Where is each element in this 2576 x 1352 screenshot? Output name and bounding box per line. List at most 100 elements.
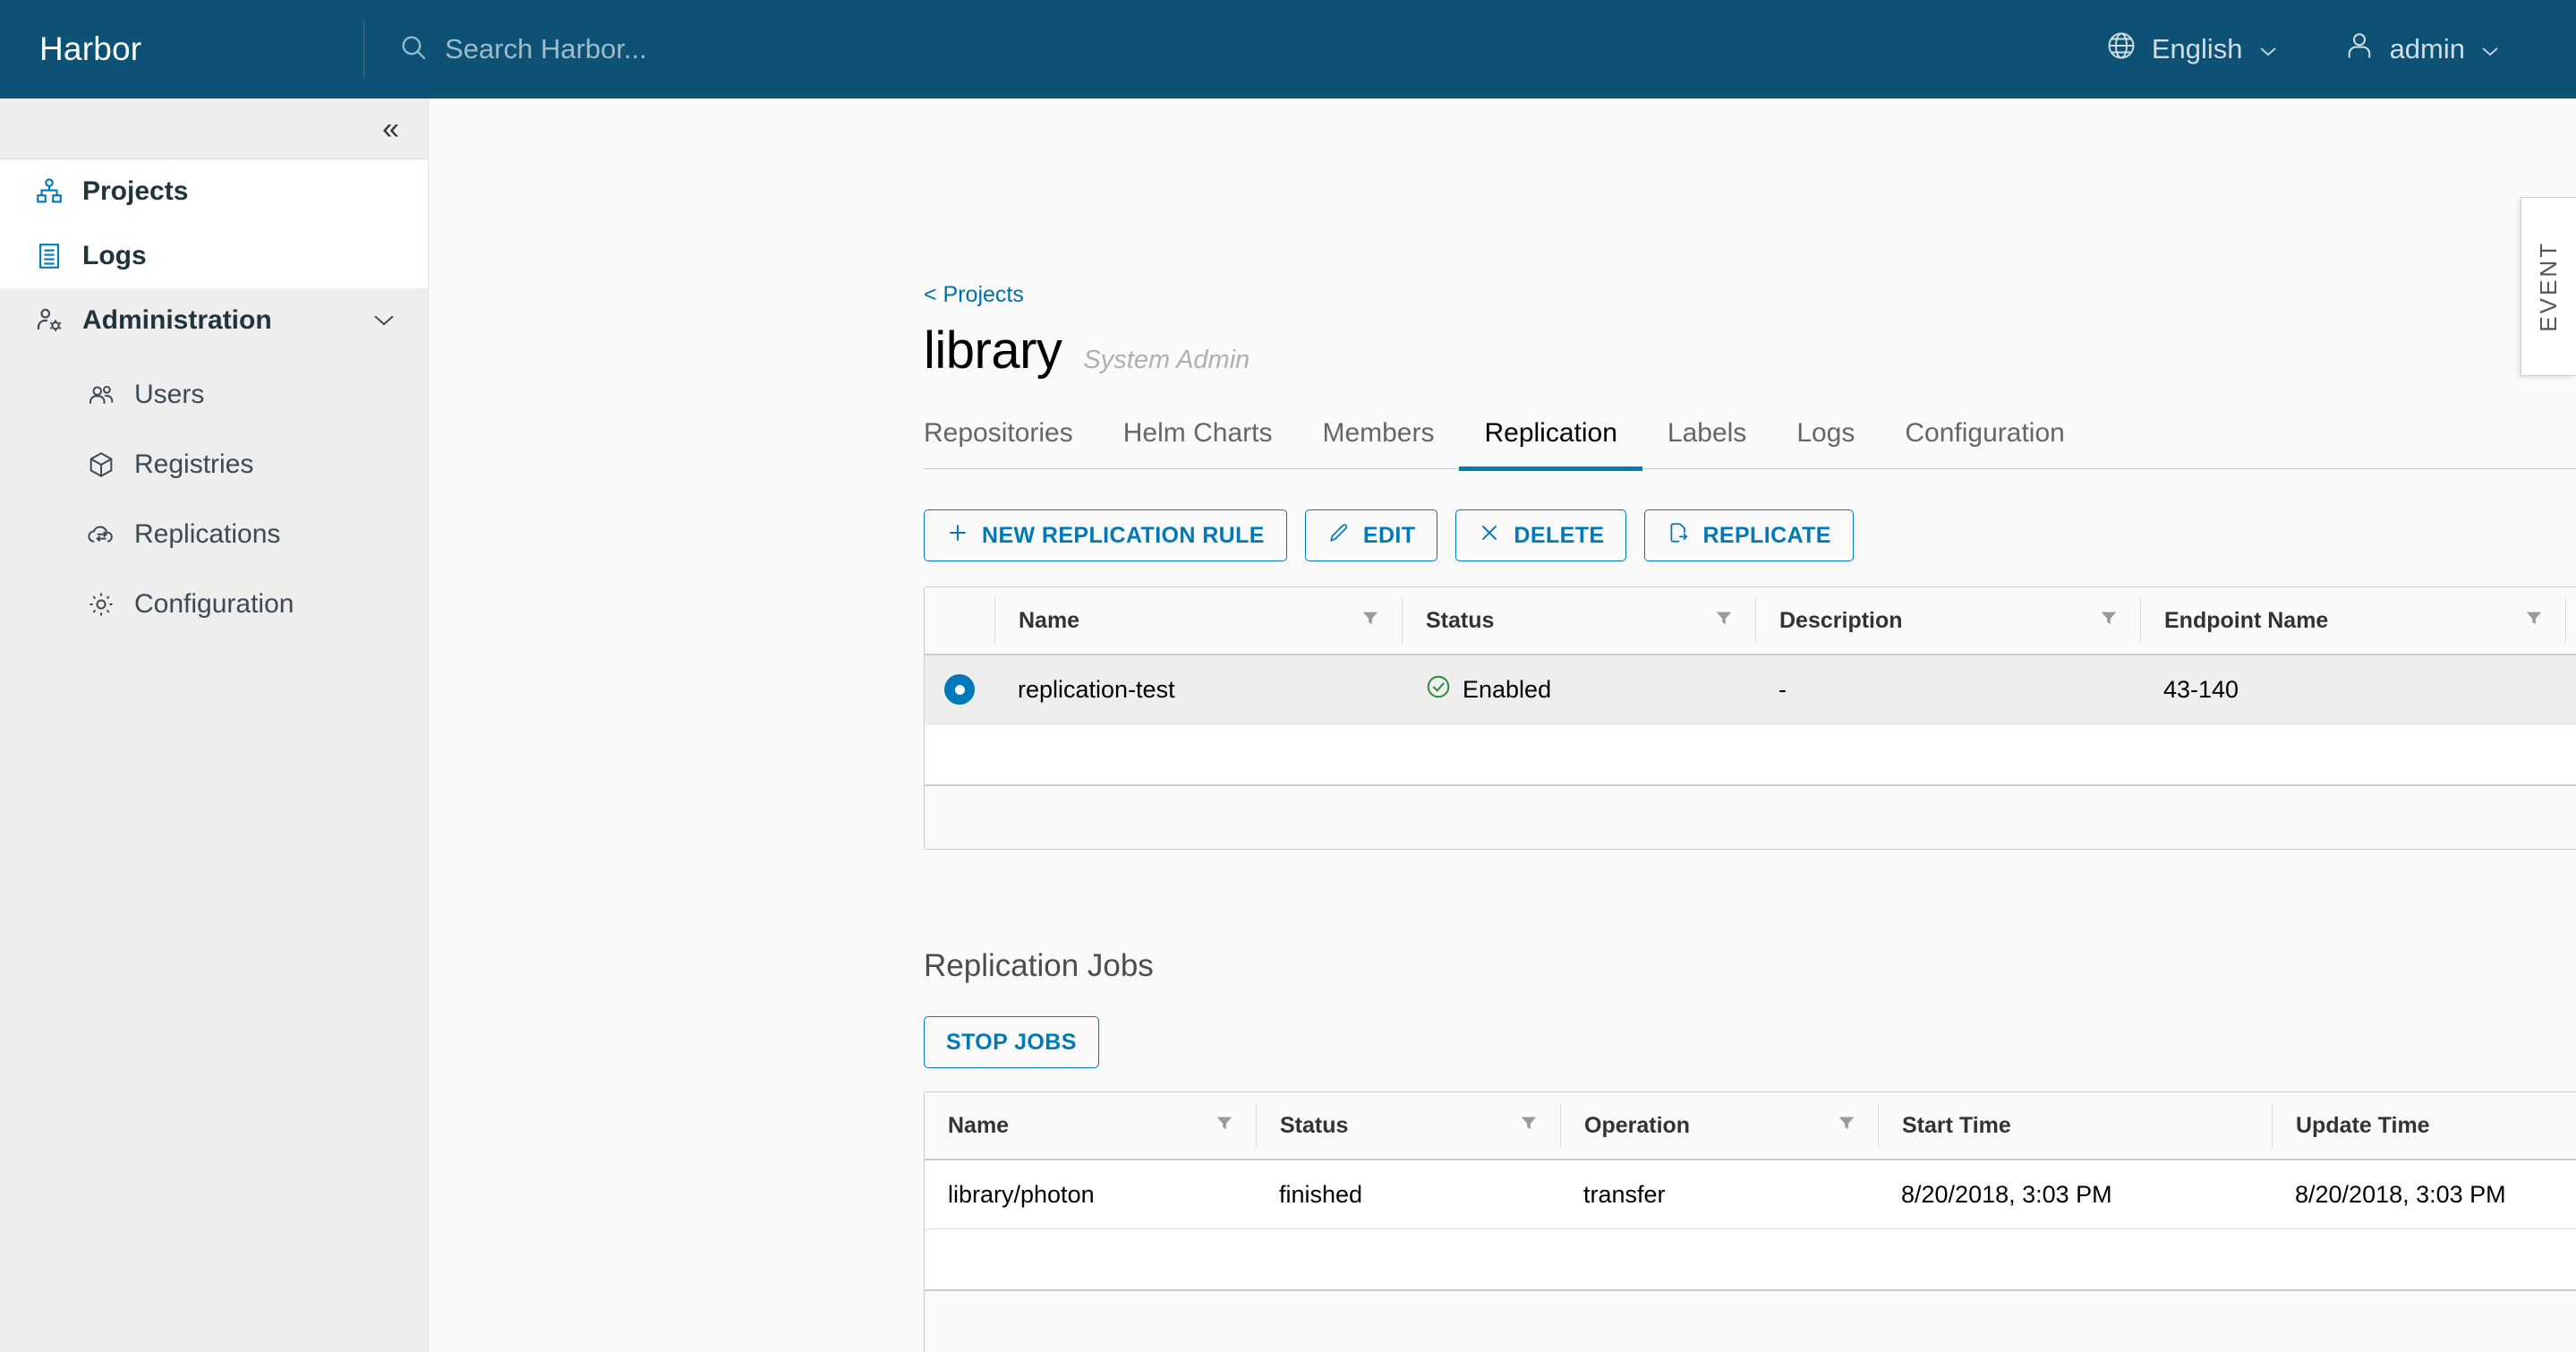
chevron-down-icon[interactable]: [371, 305, 397, 336]
search-icon: [398, 32, 429, 67]
brand-logo[interactable]: Harbor: [0, 30, 363, 68]
content-column: < Projects library System Admin Reposito…: [924, 98, 2576, 1352]
edit-button[interactable]: EDIT: [1304, 509, 1438, 561]
jobs-toolbar: STOP JOBS: [924, 1016, 2576, 1068]
table-row[interactable]: replication-test Enabled - 43-140: [925, 655, 2576, 723]
app-header: Harbor English: [0, 0, 2576, 98]
filter-icon[interactable]: [1837, 1113, 1856, 1139]
global-search[interactable]: [364, 32, 2073, 67]
button-label: REPLICATE: [1702, 522, 1831, 548]
table-footer: 1 - 1 of 1 items: [925, 1289, 2576, 1352]
filter-icon[interactable]: [1215, 1113, 1234, 1139]
users-icon: [86, 380, 116, 410]
column-header-description: Description: [1755, 598, 2140, 643]
sidebar-item-label: Projects: [82, 176, 189, 206]
sidebar-item-configuration[interactable]: Configuration: [0, 569, 428, 639]
tab-configuration[interactable]: Configuration: [1880, 409, 2089, 471]
administration-icon: [34, 305, 64, 336]
cell-name: replication-test: [1018, 675, 1175, 703]
tab-replication[interactable]: Replication: [1459, 409, 1642, 471]
registries-icon: [86, 449, 116, 480]
language-selector[interactable]: English: [2073, 0, 2311, 98]
column-header-operation: Operation: [1560, 1103, 1878, 1148]
logs-icon: [34, 241, 64, 271]
event-panel-tab[interactable]: EVENT: [2521, 197, 2576, 376]
sidebar-item-label: Administration: [82, 305, 272, 335]
table-header-row: Name Status Description Endpoint Name: [925, 587, 2576, 655]
project-tabs: Repositories Helm Charts Members Replica…: [924, 409, 2576, 471]
breadcrumb[interactable]: < Projects: [924, 282, 1024, 308]
sidebar-item-projects[interactable]: Projects: [0, 159, 428, 224]
chevron-down-icon: [2479, 33, 2501, 65]
tab-logs[interactable]: Logs: [1771, 409, 1880, 471]
filter-icon[interactable]: [1714, 608, 1734, 634]
sidebar-item-logs[interactable]: Logs: [0, 224, 428, 288]
sidebar-item-replications[interactable]: Replications: [0, 500, 428, 569]
cell-trigger-mode: Immediate: [2565, 676, 2576, 704]
table-empty-space: [925, 723, 2576, 784]
globe-icon: [2105, 30, 2137, 69]
page-title: library: [924, 321, 1062, 380]
button-label: NEW REPLICATION RULE: [982, 522, 1265, 548]
cell-status: finished: [1279, 1180, 1363, 1208]
user-label: admin: [2389, 33, 2465, 64]
select-column-header: [925, 598, 994, 643]
table-row[interactable]: library/photon finished transfer 8/20/20…: [925, 1160, 2576, 1228]
check-circle-icon: [1425, 673, 1452, 706]
cell-endpoint-name: 43-140: [2163, 675, 2239, 703]
tab-helm-charts[interactable]: Helm Charts: [1098, 409, 1298, 471]
new-replication-rule-button[interactable]: NEW REPLICATION RULE: [924, 509, 1287, 561]
tab-members[interactable]: Members: [1297, 409, 1459, 471]
sidebar-item-label: Configuration: [134, 589, 294, 619]
event-tab-label: EVENT: [2535, 241, 2562, 332]
replications-icon: [86, 519, 116, 550]
projects-icon: [34, 176, 64, 207]
chevron-down-icon: [2257, 33, 2279, 65]
header-actions: English admin: [2073, 0, 2576, 98]
table-header-row: Name Status Operation Start Time Update …: [925, 1092, 2576, 1160]
sidebar-item-registries[interactable]: Registries: [0, 430, 428, 500]
table-footer: 1 - 1 of 1 items: [925, 784, 2576, 849]
section-title: Replication Jobs: [924, 948, 1154, 983]
close-icon: [1478, 521, 1501, 551]
button-label: DELETE: [1514, 522, 1605, 548]
sidebar-item-administration[interactable]: Administration: [0, 288, 428, 353]
column-header-update-time: Update Time: [2272, 1103, 2576, 1148]
sidebar-admin-subitems: Users Registries Replications Configurat…: [0, 353, 428, 1352]
sidebar-collapse-button[interactable]: «: [0, 98, 428, 159]
sidebar-item-users[interactable]: Users: [0, 360, 428, 430]
column-header-status: Status: [1402, 598, 1755, 643]
page-subtitle: System Admin: [1083, 346, 1250, 374]
tab-repositories[interactable]: Repositories: [924, 409, 1098, 471]
filter-icon[interactable]: [1361, 608, 1380, 634]
sidebar-primary-group: Projects Logs: [0, 159, 428, 288]
filter-icon[interactable]: [2524, 608, 2544, 634]
stop-jobs-button[interactable]: STOP JOBS: [924, 1016, 1099, 1068]
double-chevron-left-icon: «: [382, 111, 399, 146]
row-select-cell[interactable]: [925, 674, 994, 705]
tab-labels[interactable]: Labels: [1642, 409, 1771, 471]
column-header-endpoint-name: Endpoint Name: [2140, 598, 2565, 643]
cell-update-time: 8/20/2018, 3:03 PM: [2295, 1180, 2506, 1208]
language-label: English: [2151, 33, 2243, 64]
table-empty-space: [925, 1228, 2576, 1289]
filter-icon[interactable]: [1519, 1113, 1539, 1139]
sidebar-item-label: Logs: [82, 241, 147, 270]
column-header-name: Name: [925, 1103, 1256, 1148]
sidebar: « Projects Logs Administration Users Reg…: [0, 98, 429, 1352]
filter-icon[interactable]: [2099, 608, 2119, 634]
replicate-button[interactable]: REPLICATE: [1644, 509, 1854, 561]
sidebar-item-label: Registries: [134, 449, 254, 479]
search-input[interactable]: [445, 33, 1071, 65]
column-header-name: Name: [994, 598, 1402, 643]
column-header-start-time: Start Time: [1878, 1103, 2272, 1148]
replication-rules-toolbar: NEW REPLICATION RULE EDIT DELETE REPLICA…: [924, 509, 2576, 561]
pencil-icon: [1327, 521, 1351, 551]
column-header-trigger-mode: Trigger Mode: [2565, 598, 2576, 643]
cell-start-time: 8/20/2018, 3:03 PM: [1901, 1180, 2112, 1208]
page-title-row: library System Admin: [924, 321, 2576, 381]
row-radio-button[interactable]: [944, 674, 975, 705]
user-menu[interactable]: admin: [2311, 0, 2533, 98]
status-label: Enabled: [1463, 675, 1552, 703]
delete-button[interactable]: DELETE: [1455, 509, 1627, 561]
